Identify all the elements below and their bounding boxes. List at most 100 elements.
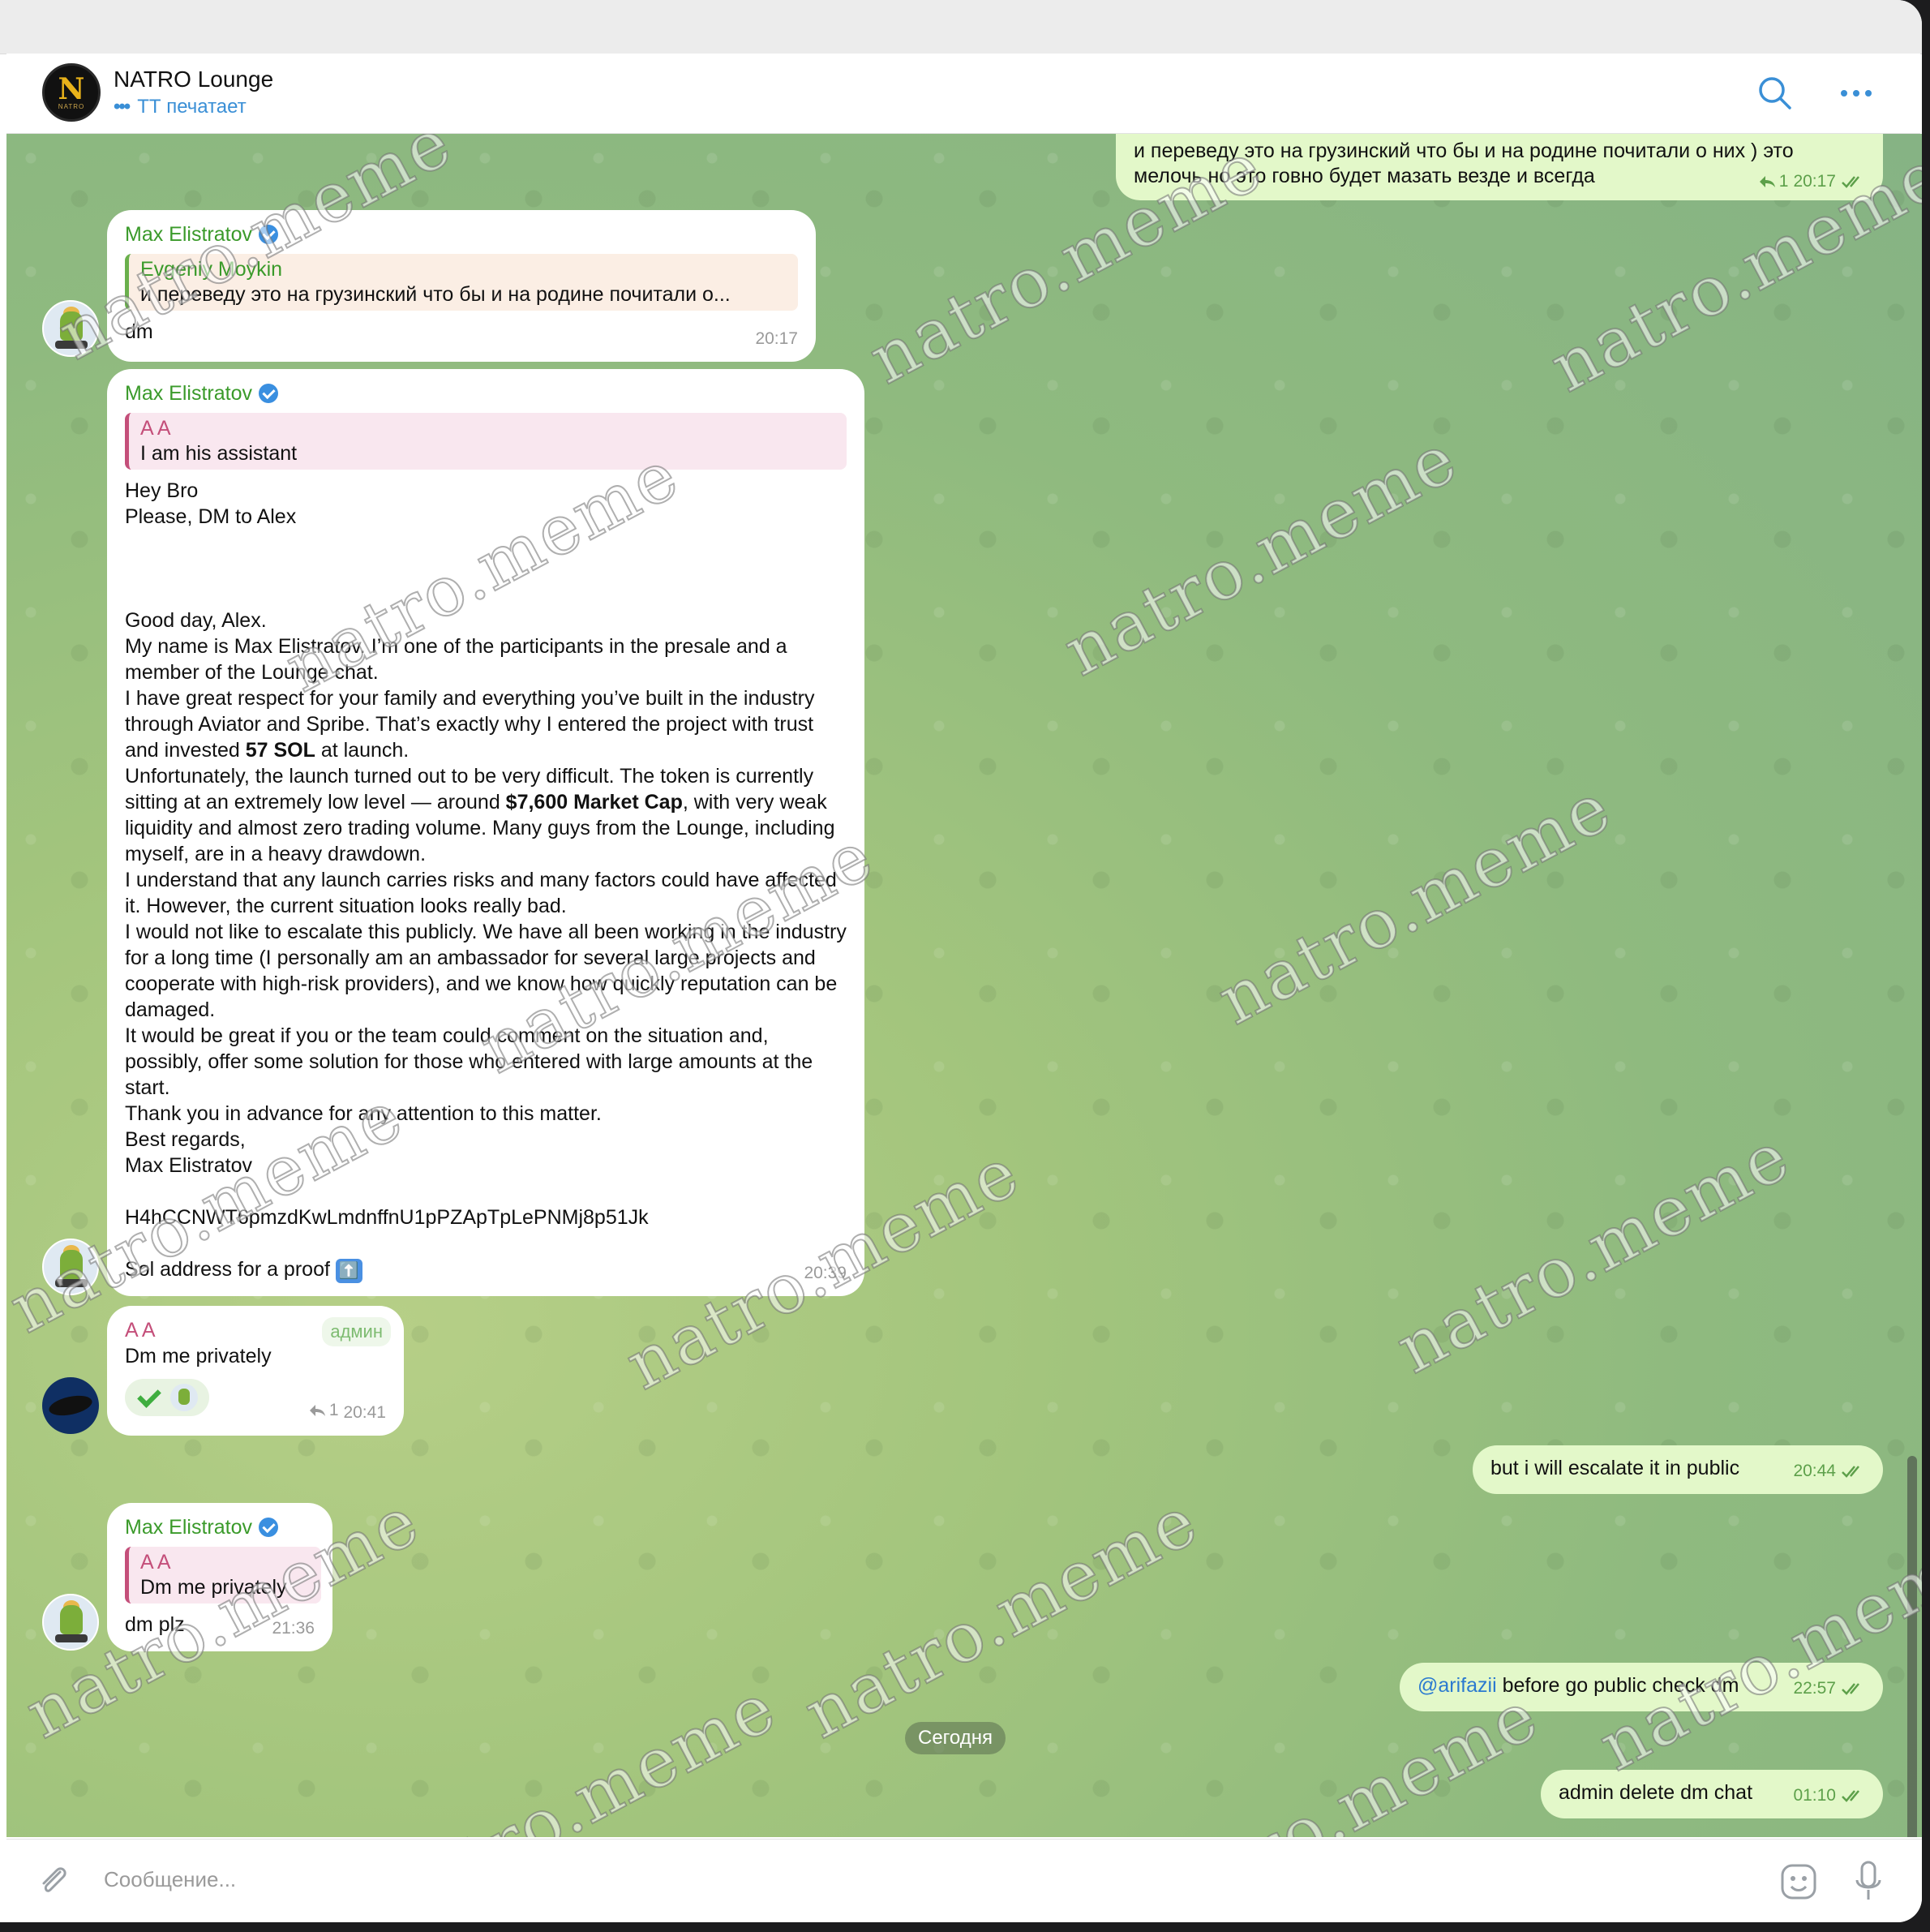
reply-text: Dm me privately — [140, 1576, 287, 1599]
message-body: Hey Bro Please, DM to Alex Good day, Ale… — [125, 478, 847, 1283]
watermark: natro.meme — [1383, 1115, 1803, 1390]
outgoing-message[interactable]: but i will escalate it in public 20:44 — [1473, 1445, 1883, 1494]
message-paragraph: It would be great if you or the team cou… — [125, 1024, 813, 1099]
avatar-letter: N — [58, 71, 85, 106]
message-text: admin delete dm chat — [1559, 1781, 1753, 1804]
double-check-icon — [1842, 1466, 1859, 1478]
reaction-chip[interactable] — [125, 1379, 209, 1416]
message-time: 20:17 — [1793, 172, 1836, 191]
admin-avatar[interactable] — [42, 1377, 99, 1434]
incoming-message[interactable]: Max Elistratov A A I am his assistant He… — [107, 369, 864, 1296]
incoming-message[interactable]: Max Elistratov Evgeniy Moykin и переведу… — [107, 210, 816, 362]
watermark: natro.meme — [369, 1667, 789, 1837]
message-time: 20:39 — [804, 1264, 847, 1282]
watermark: natro.meme — [791, 1480, 1211, 1755]
reply-text: I am his assistant — [140, 442, 298, 465]
reply-quote[interactable]: A A I am his assistant — [125, 413, 847, 470]
message-input[interactable]: Сообщение... — [104, 1867, 236, 1892]
message-time: 20:41 — [343, 1403, 386, 1422]
verified-badge-icon — [258, 384, 278, 403]
outgoing-message[interactable]: и переведу это на грузинский что бы и на… — [1116, 134, 1883, 200]
up-arrow-emoji-icon: ⬆️ — [335, 1259, 362, 1283]
message-text: before go public check dm — [1496, 1674, 1739, 1697]
reply-author: A A — [140, 1551, 171, 1574]
message-line: Please, DM to Alex — [125, 505, 297, 528]
window-top-strip — [0, 0, 1922, 54]
watermark: natro.meme — [1050, 418, 1470, 693]
chat-avatar[interactable]: N NATRO — [42, 63, 101, 122]
search-icon[interactable] — [1755, 73, 1795, 114]
wallet-address[interactable]: H4hCCNWT6pmzdKwLmdnffnU1pPZApTpLePNMj8p5… — [125, 1204, 847, 1230]
message-time: 20:17 — [755, 329, 798, 348]
verified-badge-icon — [258, 1518, 278, 1537]
message-time: 01:10 — [1793, 1786, 1836, 1805]
replies-counter[interactable]: 1 — [1758, 169, 1789, 194]
chat-messages-area[interactable]: и переведу это на грузинский что бы и на… — [6, 134, 1922, 1837]
microphone-icon[interactable] — [1852, 1859, 1885, 1904]
chat-title[interactable]: NATRO Lounge — [114, 67, 273, 92]
avatar-caption: NATRO — [58, 102, 85, 110]
reply-arrow-icon — [309, 1405, 325, 1416]
double-check-icon — [1842, 175, 1859, 188]
message-meta: 1 20:41 — [308, 1397, 386, 1426]
more-options-icon[interactable] — [1836, 73, 1876, 114]
sticker-emoji-icon[interactable] — [1778, 1861, 1820, 1903]
message-text: but i will escalate it in public — [1490, 1457, 1740, 1479]
message-paragraph: Best regards, — [125, 1128, 246, 1151]
app-window: N NATRO NATRO Lounge ••• ТТ печатает и пе… — [0, 0, 1922, 1922]
typing-status: ••• ТТ печатает — [114, 96, 247, 118]
double-check-icon — [1842, 1683, 1859, 1695]
check-reaction-icon — [136, 1385, 161, 1410]
message-time: 22:57 — [1793, 1679, 1836, 1698]
message-paragraph: Good day, Alex. — [125, 609, 267, 632]
replies-count: 1 — [328, 1401, 339, 1419]
message-paragraph: I understand that any launch carries ris… — [125, 869, 837, 917]
double-check-icon — [1842, 1790, 1859, 1802]
typing-dots-icon: ••• — [114, 96, 131, 118]
incoming-message[interactable]: A A админ Dm me privately 1 20:41 — [107, 1306, 404, 1436]
user-avatar[interactable] — [42, 1594, 99, 1651]
user-avatar[interactable] — [42, 1239, 99, 1295]
reactor-avatar — [170, 1384, 198, 1411]
message-paragraph: Sol address for a proof ⬆️ — [125, 1256, 847, 1283]
sender-name[interactable]: Max Elistratov — [125, 1514, 315, 1540]
message-text: Dm me privately — [125, 1345, 272, 1367]
reply-author: A A — [140, 417, 171, 440]
bold-amount: 57 SOL — [245, 739, 315, 762]
message-paragraph: My name is Max Elistratov. I’m one of th… — [125, 635, 787, 684]
reply-author: Evgeniy Moykin — [140, 258, 283, 281]
reply-quote[interactable]: Evgeniy Moykin и переведу это на грузинс… — [125, 254, 798, 311]
outgoing-message[interactable]: @arifazii before go public check dm 22:5… — [1400, 1663, 1883, 1711]
replies-counter[interactable]: 1 — [308, 1397, 339, 1423]
message-paragraph: I have great respect for your family and… — [125, 687, 815, 762]
message-paragraph: I would not like to escalate this public… — [125, 921, 847, 1021]
user-avatar[interactable] — [42, 300, 99, 357]
attach-paperclip-icon[interactable] — [36, 1862, 73, 1900]
message-meta: 1 20:17 — [1758, 169, 1865, 194]
sender-name[interactable]: Max Elistratov — [125, 221, 798, 247]
message-time: 21:36 — [272, 1619, 315, 1638]
admin-badge: админ — [322, 1317, 391, 1346]
chat-scrollbar[interactable] — [1907, 1456, 1917, 1837]
sender-name[interactable]: Max Elistratov — [125, 380, 847, 406]
reply-arrow-icon — [1759, 175, 1775, 187]
incoming-message[interactable]: Max Elistratov A A Dm me privately dm pl… — [107, 1503, 332, 1651]
message-paragraph: Unfortunately, the launch turned out to … — [125, 765, 835, 865]
message-text: dm — [125, 320, 153, 343]
date-divider: Сегодня — [905, 1722, 1006, 1754]
reply-text: и переведу это на грузинский что бы и на… — [140, 283, 731, 306]
bold-market-cap: $7,600 Market Cap — [505, 791, 683, 814]
message-meta: 22:57 — [1793, 1676, 1865, 1702]
replies-count: 1 — [1778, 172, 1789, 191]
chat-header: N NATRO NATRO Lounge ••• ТТ печатает — [6, 54, 1920, 134]
message-time: 20:44 — [1793, 1462, 1836, 1480]
message-composer: Сообщение... — [6, 1839, 1922, 1922]
message-meta: 01:10 — [1793, 1783, 1865, 1809]
outgoing-message[interactable]: admin delete dm chat 01:10 — [1541, 1770, 1883, 1818]
message-meta: 20:44 — [1793, 1458, 1865, 1484]
message-line: Hey Bro — [125, 479, 199, 502]
reply-quote[interactable]: A A Dm me privately — [125, 1547, 321, 1604]
user-mention[interactable]: @arifazii — [1417, 1674, 1497, 1697]
verified-badge-icon — [258, 225, 278, 244]
watermark: natro.meme — [1585, 1513, 1922, 1788]
